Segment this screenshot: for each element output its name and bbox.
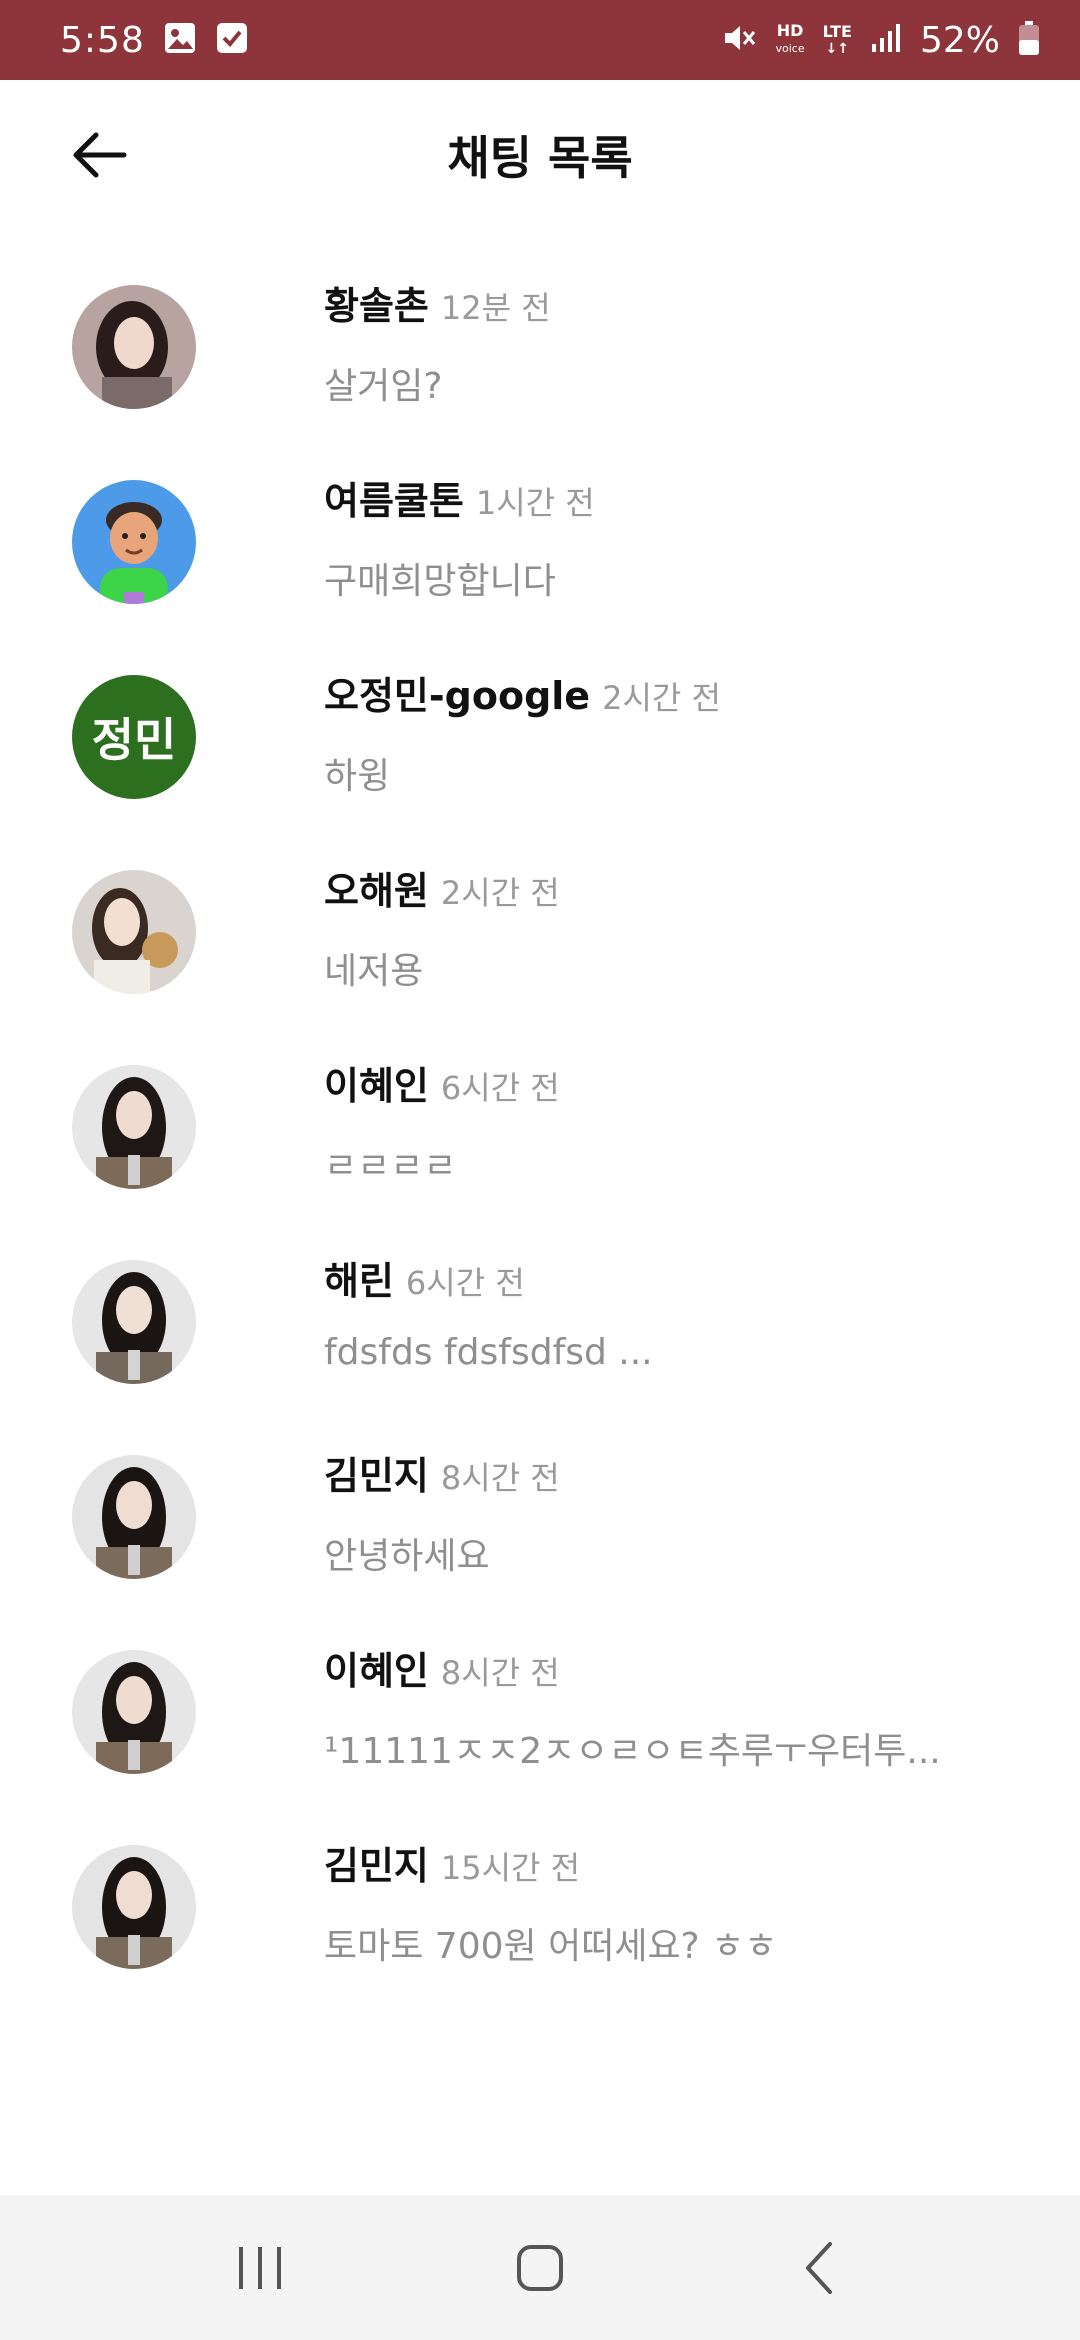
chat-text: 김민지 15시간 전 토마토 700원 어떠세요? ㅎㅎ — [324, 1835, 1064, 1969]
battery-percent: 52% — [919, 19, 1000, 61]
home-icon — [517, 2244, 563, 2291]
chat-name: 황솔촌 — [324, 284, 429, 328]
chat-header-line: 황솔촌 12분 전 — [324, 275, 1064, 345]
hd-label: HD — [776, 21, 804, 40]
chat-header-line: 오정민-google 2시간 전 — [324, 665, 1064, 735]
chat-name: 김민지 — [324, 1844, 429, 1888]
home-button[interactable] — [480, 2218, 600, 2318]
chat-header-line: 해린 6시간 전 — [324, 1250, 1064, 1320]
avatar — [72, 1650, 196, 1774]
chat-item[interactable]: 해린 6시간 전 fdsfds fdsfsdfsd ... — [0, 1240, 1080, 1435]
status-time: 5:58 — [60, 19, 145, 61]
chat-name: 여름쿨톤 — [324, 479, 464, 523]
chat-time: 6시간 전 — [405, 1264, 525, 1302]
avatar — [72, 1845, 196, 1969]
chat-item[interactable]: 이혜인 8시간 전 ¹11111ㅈㅈ2ㅈㅇㄹㅇㅌ추루ㅜ우터투... — [0, 1630, 1080, 1825]
checkbox-icon — [215, 21, 249, 59]
chat-list: 황솔촌 12분 전 살거임? 여름쿨톤 1시간 전 구매희망합니다 정민 오정민… — [0, 265, 1080, 2020]
chat-preview: 구매희망합니다 — [324, 561, 556, 602]
data-arrows-icon: ↓↑ — [825, 40, 850, 57]
chat-item[interactable]: 황솔촌 12분 전 살거임? — [0, 265, 1080, 460]
chat-time: 8시간 전 — [440, 1654, 560, 1692]
avatar — [72, 870, 196, 994]
chat-item[interactable]: 김민지 15시간 전 토마토 700원 어떠세요? ㅎㅎ — [0, 1825, 1080, 2020]
mute-icon — [721, 20, 757, 60]
system-nav-bar — [0, 2195, 1080, 2340]
chat-header-line: 김민지 15시간 전 — [324, 1835, 1064, 1905]
status-left: 5:58 — [60, 20, 249, 61]
status-bar: 5:58 HD voice LTE ↓↑ 52% — [0, 0, 1080, 80]
chat-text: 오정민-google 2시간 전 하윙 — [324, 665, 1064, 799]
chat-time: 2시간 전 — [602, 679, 721, 717]
recents-icon — [239, 2246, 281, 2289]
avatar-initials: 정민 — [72, 675, 196, 799]
chat-preview: ¹11111ㅈㅈ2ㅈㅇㄹㅇㅌ추루ㅜ우터투... — [324, 1731, 941, 1772]
chat-name: 김민지 — [324, 1454, 429, 1498]
chat-preview: 안녕하세요 — [324, 1536, 490, 1577]
avatar — [72, 1455, 196, 1579]
chat-time: 1시간 전 — [475, 484, 595, 522]
chat-name: 이혜인 — [324, 1064, 429, 1108]
chat-text: 오해원 2시간 전 네저용 — [324, 860, 1064, 994]
chat-name: 오정민-google — [324, 674, 591, 718]
status-right: HD voice LTE ↓↑ 52% — [721, 20, 1040, 61]
chat-text: 김민지 8시간 전 안녕하세요 — [324, 1445, 1064, 1579]
chat-name: 오해원 — [324, 869, 429, 913]
chat-time: 12분 전 — [440, 289, 551, 327]
chat-header-line: 오해원 2시간 전 — [324, 860, 1064, 930]
chat-item[interactable]: 이혜인 6시간 전 ㄹㄹㄹㄹ — [0, 1045, 1080, 1240]
avatar — [72, 1065, 196, 1189]
avatar — [72, 1260, 196, 1384]
nav-back-button[interactable] — [760, 2218, 880, 2318]
hd-voice-indicator: HD voice — [775, 23, 804, 57]
chat-header-line: 김민지 8시간 전 — [324, 1445, 1064, 1515]
chat-preview: 하윙 — [324, 756, 391, 797]
recents-button[interactable] — [200, 2218, 320, 2318]
avatar — [72, 285, 196, 409]
chat-name: 이혜인 — [324, 1649, 429, 1693]
lte-label: LTE — [822, 21, 852, 41]
chat-text: 여름쿨톤 1시간 전 구매희망합니다 — [324, 470, 1064, 604]
signal-icon — [870, 22, 902, 58]
chat-text: 황솔촌 12분 전 살거임? — [324, 275, 1064, 409]
chat-text: 이혜인 8시간 전 ¹11111ㅈㅈ2ㅈㅇㄹㅇㅌ추루ㅜ우터투... — [324, 1640, 1064, 1774]
back-chevron-icon — [806, 2241, 832, 2294]
chat-item[interactable]: 정민 오정민-google 2시간 전 하윙 — [0, 655, 1080, 850]
chat-name: 해린 — [324, 1259, 394, 1303]
chat-text: 이혜인 6시간 전 ㄹㄹㄹㄹ — [324, 1055, 1064, 1189]
chat-preview: fdsfds fdsfsdfsd ... — [324, 1332, 653, 1373]
chat-item[interactable]: 김민지 8시간 전 안녕하세요 — [0, 1435, 1080, 1630]
lte-indicator: LTE ↓↑ — [822, 21, 852, 57]
chat-header-line: 이혜인 8시간 전 — [324, 1640, 1064, 1710]
chat-time: 15시간 전 — [440, 1849, 581, 1887]
gallery-icon — [163, 21, 197, 59]
chat-header-line: 이혜인 6시간 전 — [324, 1055, 1064, 1125]
page-title: 채팅 목록 — [447, 131, 633, 185]
chat-preview: 토마토 700원 어떠세요? ㅎㅎ — [324, 1926, 778, 1967]
arrow-left-icon — [73, 132, 127, 178]
chat-time: 2시간 전 — [440, 874, 560, 912]
chat-header-line: 여름쿨톤 1시간 전 — [324, 470, 1064, 540]
back-button[interactable] — [60, 125, 140, 185]
chat-preview: 네저용 — [324, 951, 424, 992]
chat-preview: ㄹㄹㄹㄹ — [324, 1146, 457, 1187]
chat-item[interactable]: 오해원 2시간 전 네저용 — [0, 850, 1080, 1045]
chat-time: 6시간 전 — [440, 1069, 560, 1107]
chat-preview: 살거임? — [324, 366, 443, 407]
chat-time: 8시간 전 — [440, 1459, 560, 1497]
avatar — [72, 480, 196, 604]
app-header: 채팅 목록 — [0, 80, 1080, 230]
chat-item[interactable]: 여름쿨톤 1시간 전 구매희망합니다 — [0, 460, 1080, 655]
voice-label: voice — [775, 42, 805, 55]
battery-icon — [1018, 20, 1040, 60]
chat-text: 해린 6시간 전 fdsfds fdsfsdfsd ... — [324, 1250, 1064, 1373]
